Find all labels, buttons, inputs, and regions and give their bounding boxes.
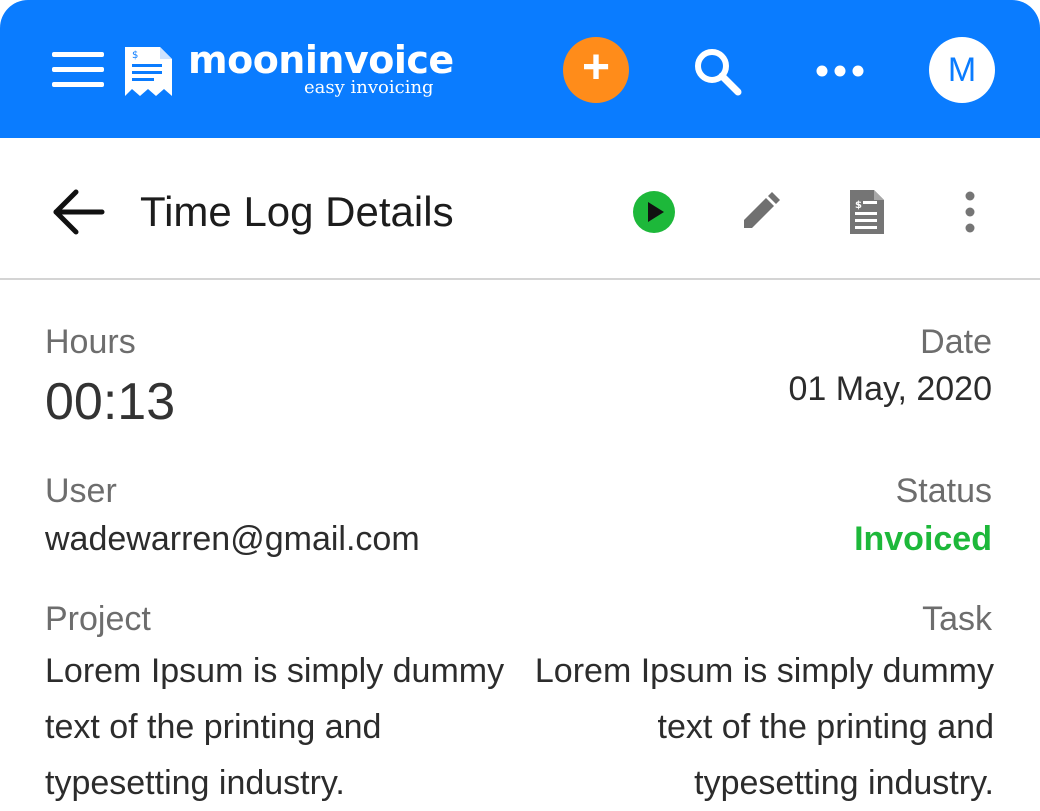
search-icon[interactable] <box>690 44 744 98</box>
more-vertical-icon[interactable] <box>958 190 982 234</box>
status-label: Status <box>895 472 992 510</box>
project-description: Lorem Ipsum is simply dummy text of the … <box>45 652 505 802</box>
status-badge: Invoiced <box>854 520 992 558</box>
arrow-left-icon[interactable] <box>50 188 106 236</box>
user-label: User <box>45 472 117 510</box>
task-label: Task <box>922 600 992 638</box>
more-horizontal-icon[interactable] <box>814 56 866 86</box>
date-value: 01 May, 2020 <box>788 370 992 408</box>
page-title: Time Log Details <box>140 188 454 235</box>
hours-label: Hours <box>45 323 136 361</box>
details-toolbar: Time Log Details $ <box>0 138 1040 280</box>
brand-name: mooninvoice <box>188 38 454 82</box>
hours-value: 00:13 <box>45 373 176 431</box>
user-email: wadewarren@gmail.com <box>45 520 420 558</box>
date-label: Date <box>920 323 992 361</box>
app-header: $ mooninvoice easy invoicing + M <box>0 0 1040 138</box>
add-button[interactable]: + <box>563 37 629 103</box>
brand-tagline: easy invoicing <box>304 77 434 98</box>
invoice-logo-icon: $ <box>125 47 172 96</box>
svg-text:$: $ <box>132 50 138 61</box>
project-label: Project <box>45 600 151 638</box>
avatar[interactable]: M <box>929 37 995 103</box>
hamburger-menu-icon[interactable] <box>52 52 104 88</box>
invoice-document-icon[interactable]: $ <box>846 188 886 236</box>
svg-text:$: $ <box>855 200 862 211</box>
task-description: Lorem Ipsum is simply dummy text of the … <box>534 652 994 802</box>
pencil-icon[interactable] <box>738 190 782 234</box>
play-circle-icon[interactable] <box>632 190 676 234</box>
